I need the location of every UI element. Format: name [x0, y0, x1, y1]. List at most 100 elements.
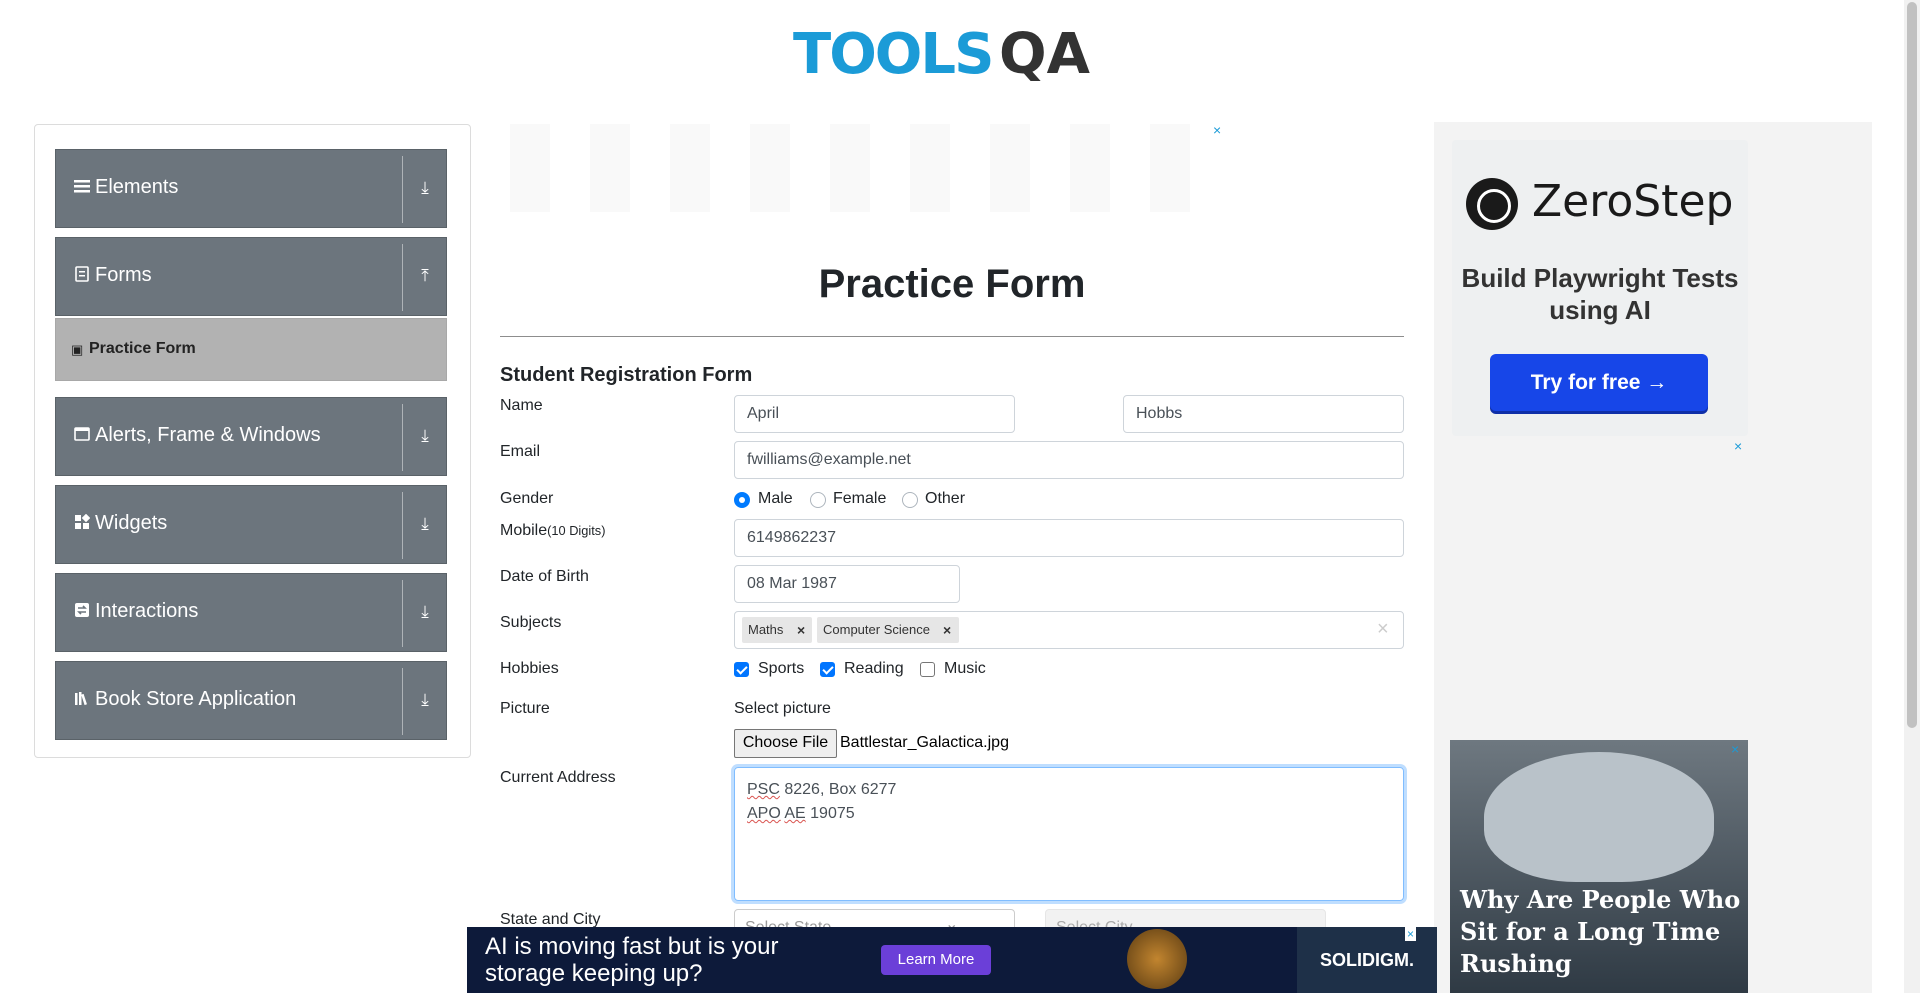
- gender-male-label[interactable]: Male: [758, 490, 793, 508]
- remove-subject-icon[interactable]: ×: [797, 622, 805, 638]
- gender-label: Gender: [500, 490, 554, 507]
- download-arrow-icon[interactable]: ⤓: [416, 602, 434, 622]
- scrollbar[interactable]: [1904, 0, 1920, 993]
- email-input[interactable]: fwilliams@example.net: [734, 441, 1404, 479]
- cushion-ad-headline: Why Are People Who Sit for a Long Time R…: [1460, 885, 1741, 978]
- download-arrow-icon[interactable]: ⤓: [416, 514, 434, 534]
- dob-label: Date of Birth: [500, 568, 589, 585]
- interactions-icon: [75, 603, 89, 617]
- mobile-label: Mobile(10 Digits): [500, 522, 605, 540]
- gender-other-radio[interactable]: [902, 492, 918, 508]
- toolsqa-logo[interactable]: TOOLS QA: [793, 16, 1115, 90]
- current-address-textarea[interactable]: PSC 8226, Box 6277 APO AE 19075: [734, 767, 1404, 901]
- date-of-birth-input[interactable]: 08 Mar 1987: [734, 565, 960, 603]
- divider: [500, 336, 1404, 337]
- clear-subjects-icon[interactable]: ×: [1377, 618, 1389, 641]
- current-address-label: Current Address: [500, 769, 616, 786]
- hobby-sports-label[interactable]: Sports: [758, 660, 804, 678]
- subject-chip-label: Computer Science: [823, 622, 930, 637]
- first-name-input[interactable]: April: [734, 395, 1015, 433]
- hobby-reading-label[interactable]: Reading: [844, 660, 904, 678]
- form-title: Student Registration Form: [500, 364, 753, 386]
- group-label: Alerts, Frame & Windows: [95, 424, 321, 446]
- subject-chip: Computer Science: [817, 617, 959, 643]
- group-label: Interactions: [95, 600, 199, 622]
- group-interactions[interactable]: Interactions ⤓: [55, 573, 447, 652]
- group-alerts-frame-windows[interactable]: Alerts, Frame & Windows ⤓: [55, 397, 447, 476]
- top-ad-banner[interactable]: [510, 124, 1210, 212]
- hobby-music-checkbox[interactable]: [920, 662, 935, 677]
- group-label: Elements: [95, 176, 179, 198]
- zerostep-logo-icon: [1466, 178, 1518, 230]
- group-elements[interactable]: Elements ⤓: [55, 149, 447, 228]
- subject-chip-label: Maths: [748, 622, 784, 637]
- sidebar-item-label: Practice Form: [89, 340, 196, 357]
- close-icon[interactable]: ×: [1734, 438, 1742, 454]
- book-icon: [75, 692, 87, 706]
- group-label: Book Store Application: [95, 688, 297, 710]
- address-word: PSC: [747, 781, 780, 798]
- learn-more-button[interactable]: Learn More: [881, 945, 991, 975]
- zerostep-tagline: Build Playwright Tests using AI: [1461, 263, 1739, 325]
- left-panel: Elements ⤓ Forms ⤒ ▣ Practice Form Alert…: [34, 124, 471, 758]
- divider: [402, 668, 403, 735]
- page-title: Practice Form: [818, 262, 1086, 306]
- divider: [402, 492, 403, 559]
- group-label: Widgets: [95, 512, 168, 534]
- upload-arrow-icon[interactable]: ⤒: [416, 266, 434, 286]
- gender-male-radio[interactable]: [734, 492, 750, 508]
- mobile-label-text: Mobile: [500, 522, 548, 539]
- subjects-label: Subjects: [500, 614, 562, 631]
- mobile-input[interactable]: 6149862237: [734, 519, 1404, 557]
- last-name-input[interactable]: Hobbs: [1123, 395, 1404, 433]
- hobby-music-label[interactable]: Music: [944, 660, 986, 678]
- hobbies-group: Sports Reading Music: [734, 660, 1134, 680]
- hobbies-label: Hobbies: [500, 660, 559, 677]
- divider: [402, 244, 403, 311]
- close-icon[interactable]: ×: [1731, 741, 1739, 757]
- menu-icon: [74, 180, 90, 193]
- widgets-icon: [75, 514, 90, 529]
- choose-file-button[interactable]: Choose File: [734, 729, 837, 758]
- mobile-hint: (10 Digits): [547, 523, 606, 538]
- address-text: 8226, Box 6277: [779, 781, 897, 798]
- email-label: Email: [500, 443, 541, 460]
- form-icon: [75, 266, 89, 282]
- divider: [402, 580, 403, 647]
- divider: [402, 404, 403, 471]
- html-icon: ▣: [71, 342, 84, 357]
- group-forms[interactable]: Forms ⤒: [55, 237, 447, 316]
- close-icon[interactable]: ×: [1405, 927, 1417, 941]
- bottom-ad-text: AI is moving fast but is your storage ke…: [485, 933, 779, 987]
- download-arrow-icon[interactable]: ⤓: [416, 690, 434, 710]
- cushion-ad[interactable]: Why Are People Who Sit for a Long Time R…: [1450, 740, 1748, 993]
- group-label: Forms: [95, 264, 152, 286]
- hobby-sports-checkbox[interactable]: [734, 662, 749, 677]
- try-for-free-button[interactable]: Try for free →: [1490, 354, 1708, 411]
- close-icon[interactable]: ×: [1213, 122, 1221, 138]
- zerostep-name: ZeroStep: [1532, 176, 1734, 227]
- download-arrow-icon[interactable]: ⤓: [416, 426, 434, 446]
- group-book-store-application[interactable]: Book Store Application ⤓: [55, 661, 447, 740]
- address-word: AE: [784, 805, 806, 822]
- logo-suffix: QA: [999, 22, 1090, 87]
- address-text: 19075: [805, 805, 855, 822]
- group-widgets[interactable]: Widgets ⤓: [55, 485, 447, 564]
- gender-female-label[interactable]: Female: [833, 490, 886, 508]
- logo-text: TOOLS: [793, 22, 994, 87]
- snail-image: [1127, 929, 1187, 989]
- gender-other-label[interactable]: Other: [925, 490, 965, 508]
- scroll-thumb[interactable]: [1907, 2, 1917, 728]
- hobby-reading-checkbox[interactable]: [820, 662, 835, 677]
- divider: [402, 156, 403, 223]
- download-arrow-icon[interactable]: ⤓: [416, 178, 434, 198]
- selected-file-name: Battlestar_Galactica.jpg: [840, 734, 1009, 751]
- name-label: Name: [500, 397, 543, 414]
- bottom-ad-banner[interactable]: AI is moving fast but is your storage ke…: [467, 927, 1437, 993]
- sidebar-item-practice-form[interactable]: ▣ Practice Form: [55, 318, 447, 381]
- window-icon: [74, 427, 90, 441]
- address-word: APO: [747, 805, 781, 822]
- picture-label: Picture: [500, 700, 550, 717]
- remove-subject-icon[interactable]: ×: [943, 622, 951, 638]
- gender-female-radio[interactable]: [810, 492, 826, 508]
